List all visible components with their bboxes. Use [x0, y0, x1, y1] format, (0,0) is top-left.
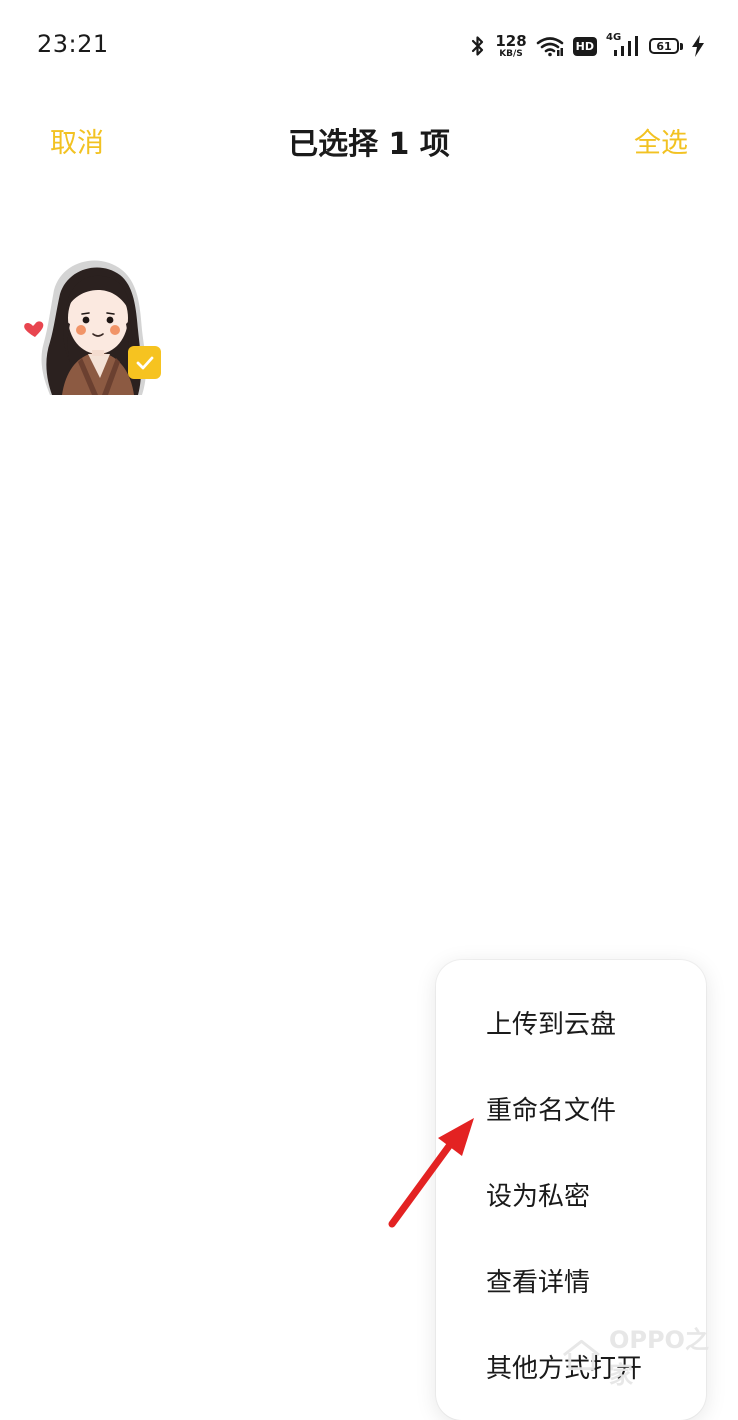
status-bar: 23:21 128 KB/S HD 4G 61: [0, 0, 738, 90]
wifi-icon: [536, 35, 564, 57]
battery-tip: [680, 42, 683, 50]
battery-level: 61: [649, 38, 679, 54]
annotation-arrow-icon: [380, 1110, 490, 1235]
selection-header: 取消 已选择 1 项 全选: [0, 110, 738, 170]
watermark-text: OPPO之家: [608, 1326, 709, 1389]
network-speed-unit: KB/S: [499, 48, 523, 59]
menu-item-details[interactable]: 查看详情: [486, 1262, 590, 1299]
charging-icon: [692, 35, 704, 57]
status-icons: 128 KB/S HD 4G 61: [470, 30, 704, 62]
page-title: 已选择 1 项: [288, 127, 450, 162]
menu-item-upload-cloud[interactable]: 上传到云盘: [486, 1004, 616, 1041]
menu-item-rename[interactable]: 重命名文件: [486, 1090, 616, 1127]
hd-badge: HD: [572, 36, 597, 56]
menu-item-set-private[interactable]: 设为私密: [486, 1176, 590, 1213]
status-time: 23:21: [37, 30, 109, 58]
checkmark-icon: [136, 356, 153, 369]
select-all-button[interactable]: 全选: [634, 121, 688, 160]
bluetooth-icon: [470, 34, 486, 58]
network-speed-value: 128: [495, 31, 527, 50]
battery-icon: 61: [649, 38, 683, 54]
selected-checkbox[interactable]: [128, 346, 161, 379]
cellular-signal-icon: 4G: [606, 32, 640, 58]
network-speed: 128 KB/S: [495, 31, 527, 59]
watermark: OPPO之家: [560, 1326, 730, 1389]
house-icon: [563, 1339, 600, 1371]
